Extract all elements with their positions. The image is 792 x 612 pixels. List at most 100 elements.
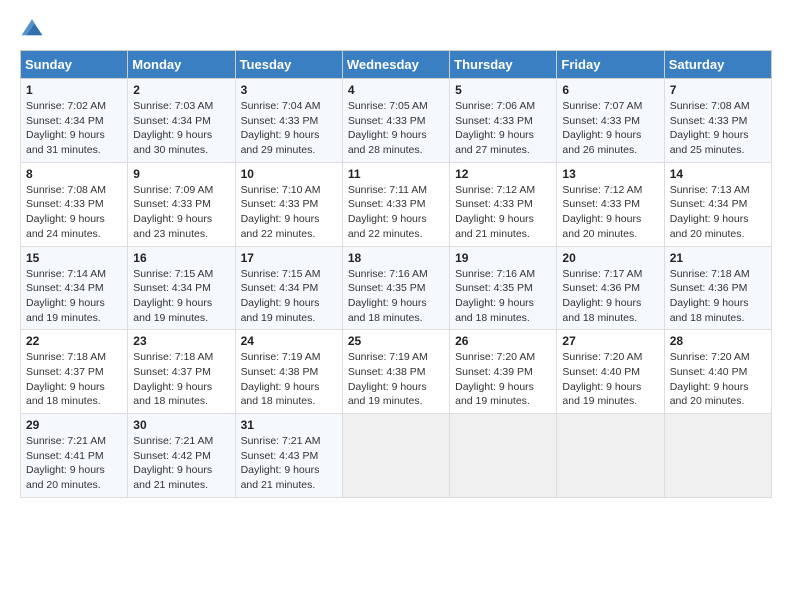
day-number: 16 <box>133 251 229 265</box>
day-info: Sunrise: 7:11 AMSunset: 4:33 PMDaylight:… <box>348 183 444 242</box>
calendar-cell: 8 Sunrise: 7:08 AMSunset: 4:33 PMDaylight… <box>21 162 128 246</box>
day-of-week-header: Wednesday <box>342 51 449 79</box>
calendar-cell: 31 Sunrise: 7:21 AMSunset: 4:43 PMDayligh… <box>235 414 342 498</box>
day-number: 14 <box>670 167 766 181</box>
day-info: Sunrise: 7:02 AMSunset: 4:34 PMDaylight:… <box>26 99 122 158</box>
day-number: 29 <box>26 418 122 432</box>
day-info: Sunrise: 7:18 AMSunset: 4:36 PMDaylight:… <box>670 267 766 326</box>
day-info: Sunrise: 7:18 AMSunset: 4:37 PMDaylight:… <box>133 350 229 409</box>
calendar-cell: 15 Sunrise: 7:14 AMSunset: 4:34 PMDayligh… <box>21 246 128 330</box>
calendar-cell: 27 Sunrise: 7:20 AMSunset: 4:40 PMDayligh… <box>557 330 664 414</box>
day-info: Sunrise: 7:10 AMSunset: 4:33 PMDaylight:… <box>241 183 337 242</box>
day-number: 31 <box>241 418 337 432</box>
day-number: 24 <box>241 334 337 348</box>
day-number: 19 <box>455 251 551 265</box>
calendar-cell: 18Sunrise: 7:16 AMSunset: 4:35 PMDayligh… <box>342 246 449 330</box>
day-number: 15 <box>26 251 122 265</box>
day-number: 10 <box>241 167 337 181</box>
day-info: Sunrise: 7:20 AMSunset: 4:40 PMDaylight:… <box>562 350 658 409</box>
logo <box>20 16 48 40</box>
calendar-cell: 14 Sunrise: 7:13 AMSunset: 4:34 PMDayligh… <box>664 162 771 246</box>
day-info: Sunrise: 7:12 AMSunset: 4:33 PMDaylight:… <box>562 183 658 242</box>
day-info: Sunrise: 7:15 AMSunset: 4:34 PMDaylight:… <box>133 267 229 326</box>
day-info: Sunrise: 7:18 AMSunset: 4:37 PMDaylight:… <box>26 350 122 409</box>
day-number: 1 <box>26 83 122 97</box>
day-number: 27 <box>562 334 658 348</box>
day-number: 23 <box>133 334 229 348</box>
day-of-week-header: Tuesday <box>235 51 342 79</box>
day-number: 25 <box>348 334 444 348</box>
day-info: Sunrise: 7:04 AMSunset: 4:33 PMDaylight:… <box>241 99 337 158</box>
calendar-cell: 10 Sunrise: 7:10 AMSunset: 4:33 PMDayligh… <box>235 162 342 246</box>
day-info: Sunrise: 7:20 AMSunset: 4:39 PMDaylight:… <box>455 350 551 409</box>
day-info: Sunrise: 7:07 AMSunset: 4:33 PMDaylight:… <box>562 99 658 158</box>
day-of-week-header: Sunday <box>21 51 128 79</box>
calendar-cell: 6 Sunrise: 7:07 AMSunset: 4:33 PMDaylight… <box>557 79 664 163</box>
day-info: Sunrise: 7:06 AMSunset: 4:33 PMDaylight:… <box>455 99 551 158</box>
day-info: Sunrise: 7:19 AMSunset: 4:38 PMDaylight:… <box>241 350 337 409</box>
day-number: 28 <box>670 334 766 348</box>
day-number: 18 <box>348 251 444 265</box>
day-of-week-header: Thursday <box>450 51 557 79</box>
calendar-cell: 20Sunrise: 7:17 AMSunset: 4:36 PMDayligh… <box>557 246 664 330</box>
day-number: 2 <box>133 83 229 97</box>
calendar-cell: 30Sunrise: 7:21 AMSunset: 4:42 PMDayligh… <box>128 414 235 498</box>
day-info: Sunrise: 7:09 AMSunset: 4:33 PMDaylight:… <box>133 183 229 242</box>
calendar-week-row: 1 Sunrise: 7:02 AMSunset: 4:34 PMDaylight… <box>21 79 772 163</box>
day-number: 22 <box>26 334 122 348</box>
calendar-cell: 13 Sunrise: 7:12 AMSunset: 4:33 PMDayligh… <box>557 162 664 246</box>
calendar-cell: 12Sunrise: 7:12 AMSunset: 4:33 PMDayligh… <box>450 162 557 246</box>
calendar-week-row: 22 Sunrise: 7:18 AMSunset: 4:37 PMDayligh… <box>21 330 772 414</box>
day-info: Sunrise: 7:13 AMSunset: 4:34 PMDaylight:… <box>670 183 766 242</box>
day-info: Sunrise: 7:21 AMSunset: 4:43 PMDaylight:… <box>241 434 337 493</box>
calendar-week-row: 8 Sunrise: 7:08 AMSunset: 4:33 PMDaylight… <box>21 162 772 246</box>
calendar-cell: 17 Sunrise: 7:15 AMSunset: 4:34 PMDayligh… <box>235 246 342 330</box>
day-number: 3 <box>241 83 337 97</box>
day-info: Sunrise: 7:19 AMSunset: 4:38 PMDaylight:… <box>348 350 444 409</box>
calendar-cell <box>450 414 557 498</box>
day-number: 9 <box>133 167 229 181</box>
calendar-cell: 16 Sunrise: 7:15 AMSunset: 4:34 PMDayligh… <box>128 246 235 330</box>
day-of-week-header: Saturday <box>664 51 771 79</box>
day-info: Sunrise: 7:20 AMSunset: 4:40 PMDaylight:… <box>670 350 766 409</box>
day-info: Sunrise: 7:21 AMSunset: 4:41 PMDaylight:… <box>26 434 122 493</box>
day-number: 6 <box>562 83 658 97</box>
day-number: 12 <box>455 167 551 181</box>
day-of-week-header: Monday <box>128 51 235 79</box>
day-number: 7 <box>670 83 766 97</box>
calendar-week-row: 15 Sunrise: 7:14 AMSunset: 4:34 PMDayligh… <box>21 246 772 330</box>
calendar-cell: 28 Sunrise: 7:20 AMSunset: 4:40 PMDayligh… <box>664 330 771 414</box>
day-info: Sunrise: 7:08 AMSunset: 4:33 PMDaylight:… <box>670 99 766 158</box>
calendar-cell: 22 Sunrise: 7:18 AMSunset: 4:37 PMDayligh… <box>21 330 128 414</box>
day-number: 21 <box>670 251 766 265</box>
day-info: Sunrise: 7:03 AMSunset: 4:34 PMDaylight:… <box>133 99 229 158</box>
day-number: 26 <box>455 334 551 348</box>
calendar-table: SundayMondayTuesdayWednesdayThursdayFrid… <box>20 50 772 498</box>
calendar-cell <box>664 414 771 498</box>
day-number: 30 <box>133 418 229 432</box>
day-info: Sunrise: 7:14 AMSunset: 4:34 PMDaylight:… <box>26 267 122 326</box>
calendar-cell: 24 Sunrise: 7:19 AMSunset: 4:38 PMDayligh… <box>235 330 342 414</box>
day-number: 11 <box>348 167 444 181</box>
day-number: 20 <box>562 251 658 265</box>
calendar-cell: 9 Sunrise: 7:09 AMSunset: 4:33 PMDaylight… <box>128 162 235 246</box>
day-number: 13 <box>562 167 658 181</box>
calendar-header-row: SundayMondayTuesdayWednesdayThursdayFrid… <box>21 51 772 79</box>
calendar-cell <box>557 414 664 498</box>
calendar-cell: 26 Sunrise: 7:20 AMSunset: 4:39 PMDayligh… <box>450 330 557 414</box>
logo-icon <box>20 16 44 40</box>
calendar-cell: 4Sunrise: 7:05 AMSunset: 4:33 PMDaylight… <box>342 79 449 163</box>
calendar-cell: 7 Sunrise: 7:08 AMSunset: 4:33 PMDaylight… <box>664 79 771 163</box>
day-number: 8 <box>26 167 122 181</box>
day-info: Sunrise: 7:08 AMSunset: 4:33 PMDaylight:… <box>26 183 122 242</box>
calendar-cell: 21 Sunrise: 7:18 AMSunset: 4:36 PMDayligh… <box>664 246 771 330</box>
day-info: Sunrise: 7:15 AMSunset: 4:34 PMDaylight:… <box>241 267 337 326</box>
day-of-week-header: Friday <box>557 51 664 79</box>
calendar-cell: 11 Sunrise: 7:11 AMSunset: 4:33 PMDayligh… <box>342 162 449 246</box>
day-number: 5 <box>455 83 551 97</box>
page-header <box>20 16 772 40</box>
calendar-cell: 23 Sunrise: 7:18 AMSunset: 4:37 PMDayligh… <box>128 330 235 414</box>
day-number: 17 <box>241 251 337 265</box>
calendar-week-row: 29 Sunrise: 7:21 AMSunset: 4:41 PMDayligh… <box>21 414 772 498</box>
calendar-cell: 19Sunrise: 7:16 AMSunset: 4:35 PMDayligh… <box>450 246 557 330</box>
